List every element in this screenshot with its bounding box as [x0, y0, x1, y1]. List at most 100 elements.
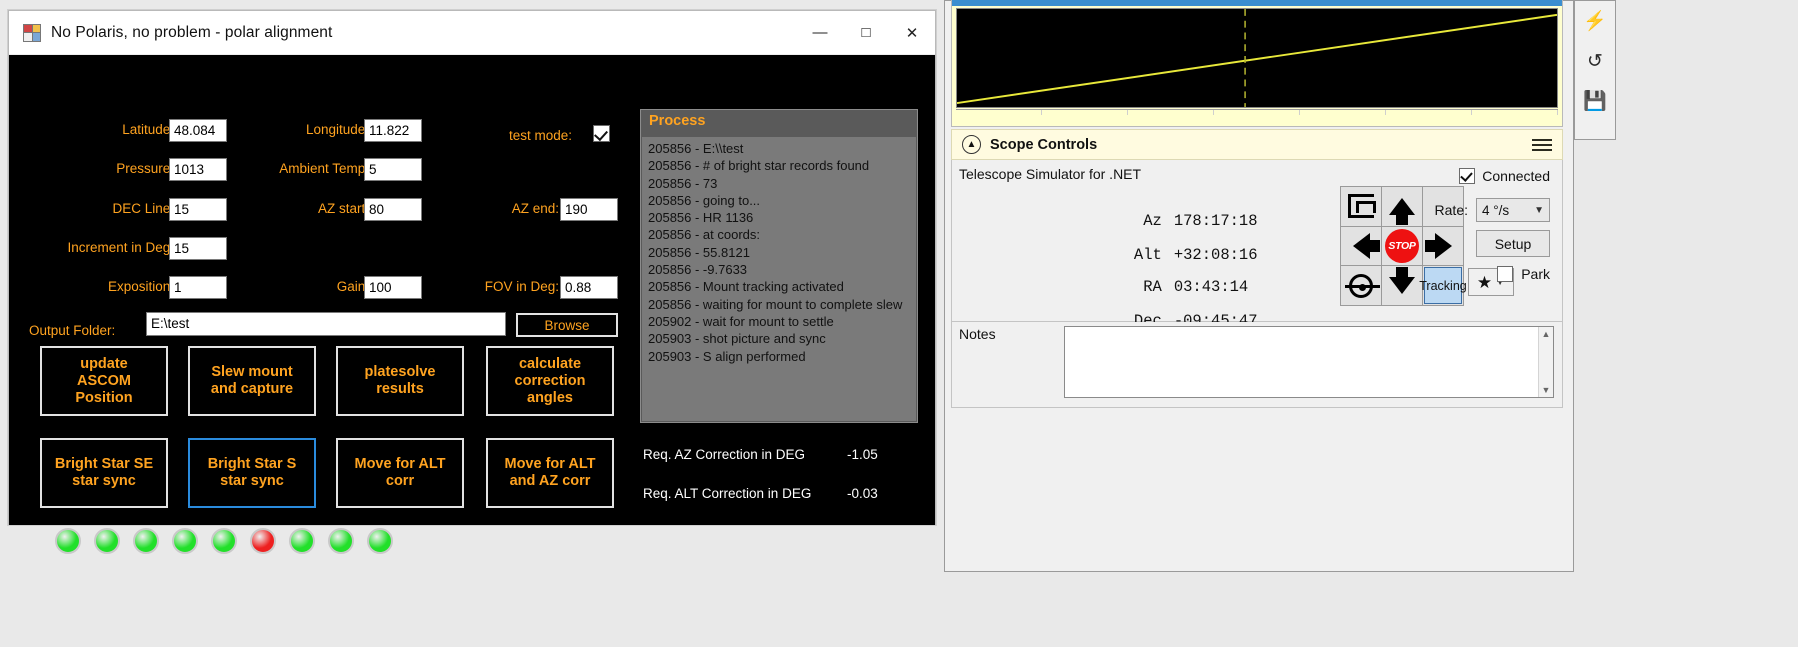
- action-button-slew-mount-and-capture[interactable]: Slew mount and capture: [188, 346, 316, 416]
- rate-label: Rate:: [1434, 202, 1468, 218]
- spiral-icon: [1348, 194, 1376, 219]
- status-led: [55, 528, 81, 554]
- arrow-right-icon: [1424, 232, 1452, 259]
- process-panel-title: Process: [641, 110, 917, 136]
- process-log-line: 205856 - 73: [648, 175, 718, 191]
- graph-title-bar: [952, 0, 1562, 6]
- process-log-line: 205902 - wait for mount to settle: [648, 313, 834, 329]
- exposition-label: Exposition:: [107, 279, 174, 294]
- arrow-down-icon: [1389, 267, 1415, 295]
- scroll-down-icon: ▼: [1541, 385, 1551, 395]
- process-log[interactable]: 205856 - E:\\test 205856 - # of bright st…: [642, 137, 916, 421]
- browse-button[interactable]: Browse: [516, 313, 618, 337]
- minimize-button[interactable]: —: [797, 11, 843, 54]
- test-mode-label: test mode:: [509, 128, 573, 143]
- dec-line-input[interactable]: 15: [169, 198, 227, 221]
- process-log-line: 205856 - at coords:: [648, 227, 761, 243]
- window-body: Latitude: 48.084 Longitude: 11.822 test …: [9, 55, 935, 554]
- connected-checkbox[interactable]: [1459, 168, 1476, 184]
- action-button-bright-star-s-star-sync[interactable]: Bright Star Sstar sync: [188, 438, 316, 508]
- rate-value: 4 °/s: [1482, 202, 1510, 218]
- side-toolbar: ⚡ ↺ 💾: [1574, 0, 1616, 140]
- stop-button[interactable]: STOP: [1382, 226, 1422, 266]
- az-end-label: AZ end:: [511, 201, 559, 216]
- polar-alignment-window: No Polaris, no problem - polar alignment…: [8, 10, 936, 554]
- alt-correction-value: -0.03: [847, 486, 878, 501]
- rate-select[interactable]: 4 °/s ▼: [1476, 198, 1550, 222]
- longitude-input[interactable]: 11.822: [364, 119, 422, 142]
- az-start-label: AZ start:: [317, 201, 369, 216]
- reset-icon[interactable]: ↺: [1579, 45, 1611, 77]
- window-buttons: — □ ✕: [797, 11, 935, 54]
- notes-section: Notes ▲ ▼: [951, 322, 1563, 408]
- action-button-move-for-alt-and-az-corr[interactable]: Move for ALT and AZ corr: [486, 438, 614, 508]
- move-west-button[interactable]: [1341, 226, 1381, 266]
- arrow-left-icon: [1352, 232, 1380, 259]
- move-south-button[interactable]: [1382, 266, 1422, 305]
- goto-home-button[interactable]: [1341, 266, 1381, 305]
- arrow-up-icon: [1389, 197, 1415, 225]
- star-icon: ★: [1476, 272, 1493, 292]
- chevron-up-icon[interactable]: ▲: [962, 135, 981, 154]
- process-log-line: 205856 - Mount tracking activated: [648, 279, 844, 295]
- process-log-line: 205903 - S align performed: [648, 348, 806, 364]
- window-titlebar: No Polaris, no problem - polar alignment…: [9, 11, 935, 55]
- gain-label: Gain:: [336, 279, 369, 294]
- output-folder-input[interactable]: E:\test: [146, 312, 506, 336]
- process-log-line: 205903 - shot picture and sync: [648, 331, 826, 347]
- bolt-icon[interactable]: ⚡: [1579, 5, 1611, 37]
- tracking-toggle[interactable]: Tracking: [1419, 266, 1467, 305]
- status-led: [94, 528, 120, 554]
- move-north-button[interactable]: [1382, 187, 1422, 226]
- pressure-input[interactable]: 1013: [169, 158, 227, 181]
- action-button-calculate-correction-angles[interactable]: calculate correction angles: [486, 346, 614, 416]
- longitude-label: Longitude:: [305, 122, 369, 137]
- park-checkbox[interactable]: [1497, 266, 1514, 282]
- save-icon[interactable]: 💾: [1579, 85, 1611, 117]
- window-title: No Polaris, no problem - polar alignment: [51, 23, 333, 41]
- notes-textarea[interactable]: ▲ ▼: [1064, 326, 1554, 398]
- scroll-up-icon: ▲: [1541, 329, 1551, 339]
- process-log-line: 205856 - waiting for mount to complete s…: [648, 296, 903, 312]
- action-button-move-for-alt-corr[interactable]: Move for ALT corr: [336, 438, 464, 508]
- gain-input[interactable]: 100: [364, 276, 422, 299]
- spiral-search-button[interactable]: [1341, 187, 1381, 226]
- chevron-down-icon: ▼: [1534, 204, 1544, 216]
- test-mode-checkbox[interactable]: [593, 125, 610, 142]
- target-icon: [1345, 273, 1380, 298]
- setup-button[interactable]: Setup: [1476, 230, 1550, 257]
- app-icon: [23, 23, 41, 42]
- process-log-line: 205856 - # of bright star records found: [648, 158, 870, 174]
- notes-scrollbar[interactable]: ▲ ▼: [1538, 327, 1553, 397]
- graph-axis: [956, 109, 1558, 123]
- latitude-input[interactable]: 48.084: [169, 119, 227, 142]
- scope-controls-body: Telescope Simulator for .NET Az 178:17:18…: [951, 160, 1563, 330]
- ascom-scope-pane: ▲ Scope Controls Telescope Simulator for…: [944, 0, 1574, 572]
- process-log-line: 205856 - going to...: [648, 192, 761, 208]
- close-button[interactable]: ✕: [889, 11, 935, 54]
- action-button-platesolve-results[interactable]: platesolve results: [336, 346, 464, 416]
- process-log-line: 205856 - HR 1136: [648, 210, 754, 226]
- latitude-label: Latitude:: [122, 122, 174, 137]
- driver-name: Telescope Simulator for .NET: [959, 166, 1142, 182]
- maximize-button[interactable]: □: [843, 11, 889, 54]
- park-label: Park: [1521, 266, 1550, 282]
- fov-input[interactable]: 0.88: [560, 276, 618, 299]
- tracking-label: Tracking: [1419, 267, 1467, 304]
- status-led: [250, 528, 276, 554]
- rate-row: Rate: 4 °/s ▼: [1435, 198, 1550, 222]
- process-log-line: 205856 - E:\\test: [648, 141, 744, 156]
- hamburger-menu-icon[interactable]: [1532, 136, 1552, 154]
- action-button-update-ascom-position[interactable]: update ASCOM Position: [40, 346, 168, 416]
- increment-input[interactable]: 15: [169, 237, 227, 260]
- notes-label: Notes: [959, 326, 996, 342]
- connected-label: Connected: [1482, 168, 1550, 184]
- ambient-temp-input[interactable]: 5: [364, 158, 422, 181]
- az-correction-value: -1.05: [847, 447, 878, 462]
- exposition-input[interactable]: 1: [169, 276, 227, 299]
- action-button-bright-star-se-star-sync[interactable]: Bright Star SE star sync: [40, 438, 168, 508]
- az-start-input[interactable]: 80: [364, 198, 422, 221]
- increment-label: Increment in Deg:: [67, 240, 174, 255]
- az-end-input[interactable]: 190: [560, 198, 618, 221]
- move-east-button[interactable]: [1423, 226, 1463, 266]
